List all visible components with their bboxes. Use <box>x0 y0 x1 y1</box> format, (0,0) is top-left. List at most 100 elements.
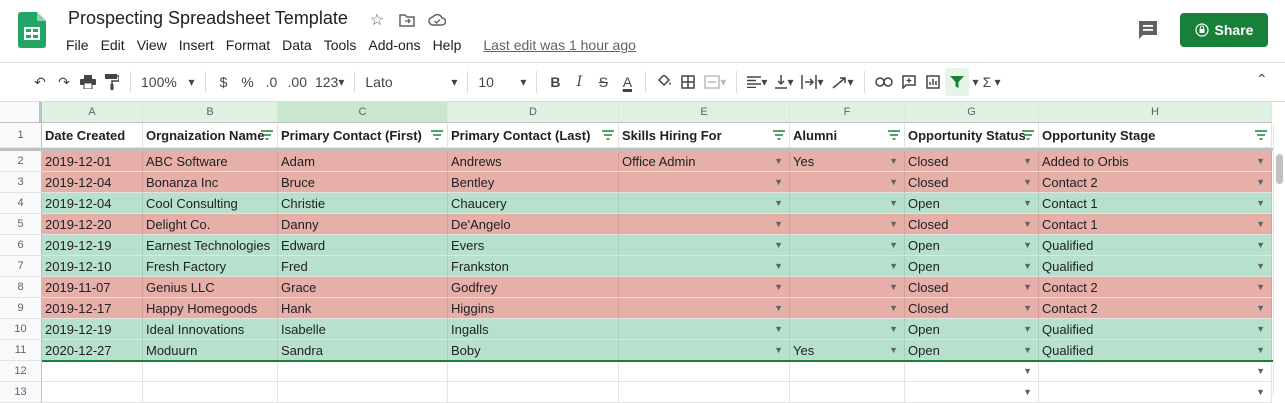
filter-icon[interactable] <box>944 68 969 96</box>
cell-d3[interactable]: Bentley <box>448 172 619 193</box>
undo-icon[interactable]: ↶ <box>28 68 52 96</box>
dropdown-arrow-icon[interactable]: ▼ <box>889 214 898 234</box>
cell-e2[interactable]: Office Admin ▼ <box>619 151 790 172</box>
document-title[interactable]: Prospecting Spreadsheet Template <box>68 8 348 29</box>
cell-f10[interactable]: ▼ <box>790 319 905 340</box>
cell-g2[interactable]: Closed ▼ <box>905 151 1039 172</box>
cell-f2[interactable]: Yes ▼ <box>790 151 905 172</box>
cell-h12[interactable]: ▼ <box>1039 361 1272 382</box>
font-size-select[interactable]: 10 ▾ <box>474 68 530 96</box>
percent-format-button[interactable]: % <box>236 68 260 96</box>
collapse-toolbar-icon[interactable]: ⌃ <box>1256 71 1268 88</box>
cell-a4[interactable]: 2019-12-04 <box>42 193 143 214</box>
dropdown-arrow-icon[interactable]: ▼ <box>1256 361 1265 381</box>
italic-button[interactable]: I <box>567 68 591 96</box>
dropdown-arrow-icon[interactable]: ▼ <box>774 340 783 360</box>
decrease-decimal-button[interactable]: .0 <box>260 68 284 96</box>
dropdown-arrow-icon[interactable]: ▼ <box>889 319 898 339</box>
font-select[interactable]: Lato ▾ <box>361 68 461 96</box>
currency-format-button[interactable]: $ <box>212 68 236 96</box>
cell-c2[interactable]: Adam <box>278 151 448 172</box>
cell-h9[interactable]: Contact 2 ▼ <box>1039 298 1272 319</box>
cell-c8[interactable]: Grace <box>278 277 448 298</box>
dropdown-arrow-icon[interactable]: ▼ <box>1023 340 1032 360</box>
header-cell-e[interactable]: Skills Hiring For <box>619 123 790 148</box>
cell-d4[interactable]: Chaucery <box>448 193 619 214</box>
cell-h3[interactable]: Contact 2 ▼ <box>1039 172 1272 193</box>
cell-b12[interactable] <box>143 361 278 382</box>
dropdown-arrow-icon[interactable]: ▼ <box>774 235 783 255</box>
cell-b11[interactable]: Moduurn <box>143 340 278 361</box>
cell-f12[interactable] <box>790 361 905 382</box>
dropdown-arrow-icon[interactable]: ▼ <box>1023 256 1032 276</box>
cell-c5[interactable]: Danny <box>278 214 448 235</box>
column-filter-icon[interactable] <box>888 125 900 147</box>
cell-d9[interactable]: Higgins <box>448 298 619 319</box>
dropdown-arrow-icon[interactable]: ▼ <box>1256 298 1265 318</box>
dropdown-arrow-icon[interactable]: ▼ <box>889 172 898 192</box>
menu-format[interactable]: Format <box>220 37 276 53</box>
cell-h8[interactable]: Contact 2 ▼ <box>1039 277 1272 298</box>
row-header-7[interactable]: 7 <box>0 256 42 277</box>
row-header-8[interactable]: 8 <box>0 277 42 298</box>
menu-file[interactable]: File <box>60 37 95 53</box>
cell-c9[interactable]: Hank <box>278 298 448 319</box>
dropdown-arrow-icon[interactable]: ▼ <box>1023 151 1032 171</box>
row-header-10[interactable]: 10 <box>0 319 42 340</box>
row-header-1[interactable]: 1 <box>0 123 42 148</box>
menu-help[interactable]: Help <box>427 37 468 53</box>
cell-g11[interactable]: Open ▼ <box>905 340 1039 361</box>
dropdown-arrow-icon[interactable]: ▼ <box>1023 172 1032 192</box>
cell-a8[interactable]: 2019-11-07 <box>42 277 143 298</box>
cell-d13[interactable] <box>448 382 619 403</box>
header-cell-b[interactable]: Orgnaization Name <box>143 123 278 148</box>
header-cell-a[interactable]: Date Created <box>42 123 143 148</box>
cell-h10[interactable]: Qualified ▼ <box>1039 319 1272 340</box>
cell-b4[interactable]: Cool Consulting <box>143 193 278 214</box>
menu-edit[interactable]: Edit <box>95 37 131 53</box>
column-header-c[interactable]: C <box>278 102 448 123</box>
cell-g6[interactable]: Open ▼ <box>905 235 1039 256</box>
last-edit-link[interactable]: Last edit was 1 hour ago <box>477 37 642 53</box>
dropdown-arrow-icon[interactable]: ▼ <box>774 151 783 171</box>
borders-icon[interactable] <box>676 68 700 96</box>
cell-e6[interactable]: ▼ <box>619 235 790 256</box>
cell-f3[interactable]: ▼ <box>790 172 905 193</box>
cell-c13[interactable] <box>278 382 448 403</box>
column-header-h[interactable]: H <box>1039 102 1272 123</box>
merge-cells-icon[interactable]: ▾ <box>700 68 730 96</box>
cell-e3[interactable]: ▼ <box>619 172 790 193</box>
cell-c7[interactable]: Fred <box>278 256 448 277</box>
dropdown-arrow-icon[interactable]: ▼ <box>774 319 783 339</box>
cell-e8[interactable]: ▼ <box>619 277 790 298</box>
column-filter-icon[interactable] <box>1255 125 1267 147</box>
row-header-12[interactable]: 12 <box>0 361 42 382</box>
dropdown-arrow-icon[interactable]: ▼ <box>1023 298 1032 318</box>
menu-insert[interactable]: Insert <box>173 37 220 53</box>
link-icon[interactable] <box>871 68 897 96</box>
column-filter-icon[interactable] <box>1022 125 1034 147</box>
dropdown-arrow-icon[interactable]: ▼ <box>1023 193 1032 213</box>
paint-format-icon[interactable] <box>100 68 124 96</box>
cell-a2[interactable]: 2019-12-01 <box>42 151 143 172</box>
cell-d2[interactable]: Andrews <box>448 151 619 172</box>
cell-b13[interactable] <box>143 382 278 403</box>
dropdown-arrow-icon[interactable]: ▼ <box>889 193 898 213</box>
column-header-f[interactable]: F <box>790 102 905 123</box>
cell-e12[interactable] <box>619 361 790 382</box>
cell-f6[interactable]: ▼ <box>790 235 905 256</box>
cell-g10[interactable]: Open ▼ <box>905 319 1039 340</box>
insert-comment-icon[interactable] <box>897 68 921 96</box>
cell-f5[interactable]: ▼ <box>790 214 905 235</box>
move-folder-icon[interactable] <box>397 10 417 30</box>
cell-g9[interactable]: Closed ▼ <box>905 298 1039 319</box>
cell-c11[interactable]: Sandra <box>278 340 448 361</box>
cell-f11[interactable]: Yes ▼ <box>790 340 905 361</box>
cell-f13[interactable] <box>790 382 905 403</box>
header-cell-d[interactable]: Primary Contact (Last) <box>448 123 619 148</box>
column-header-b[interactable]: B <box>143 102 278 123</box>
dropdown-arrow-icon[interactable]: ▼ <box>1256 277 1265 297</box>
dropdown-arrow-icon[interactable]: ▼ <box>889 235 898 255</box>
dropdown-arrow-icon[interactable]: ▼ <box>774 172 783 192</box>
cell-h13[interactable]: ▼ <box>1039 382 1272 403</box>
